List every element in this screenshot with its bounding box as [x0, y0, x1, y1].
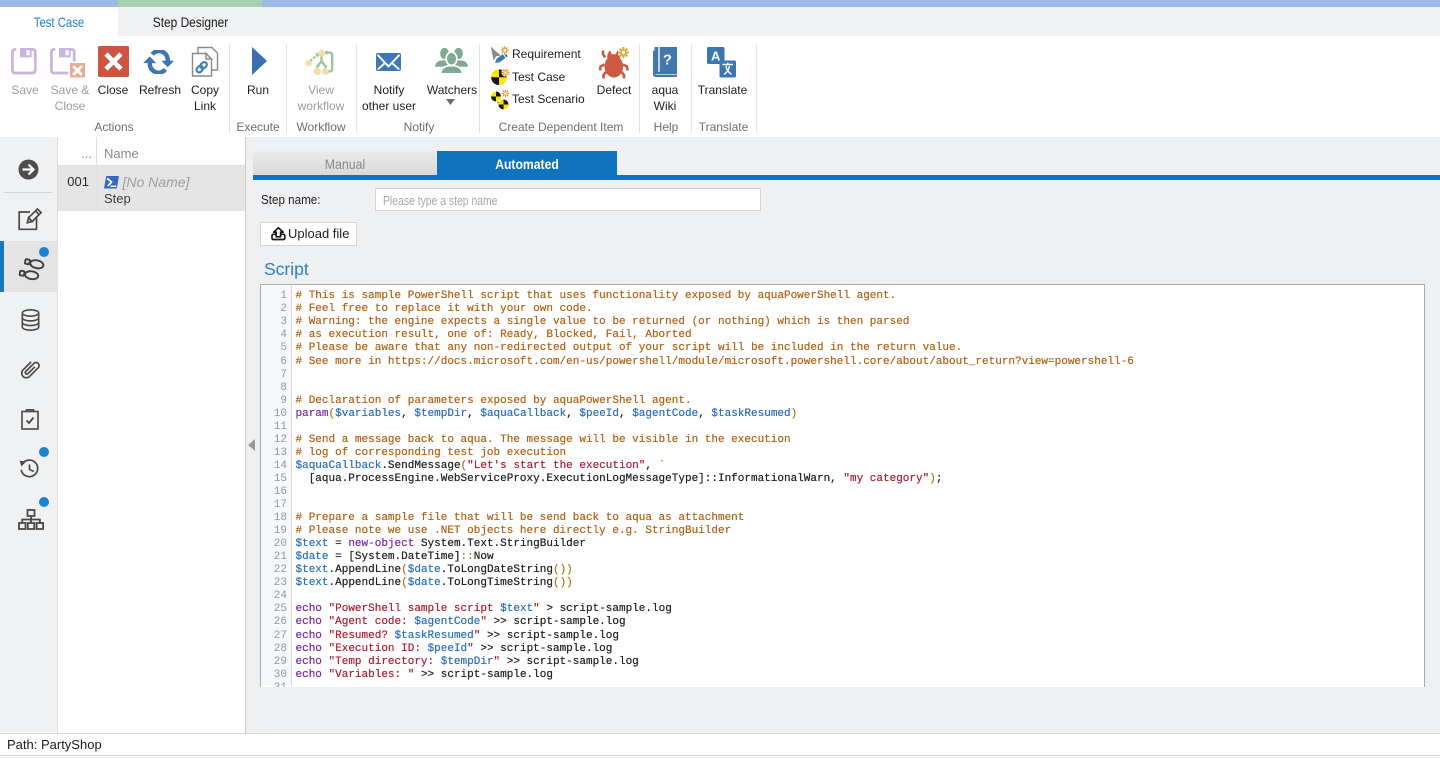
svg-text:A: A: [711, 49, 721, 64]
svg-text:?: ?: [663, 52, 672, 69]
